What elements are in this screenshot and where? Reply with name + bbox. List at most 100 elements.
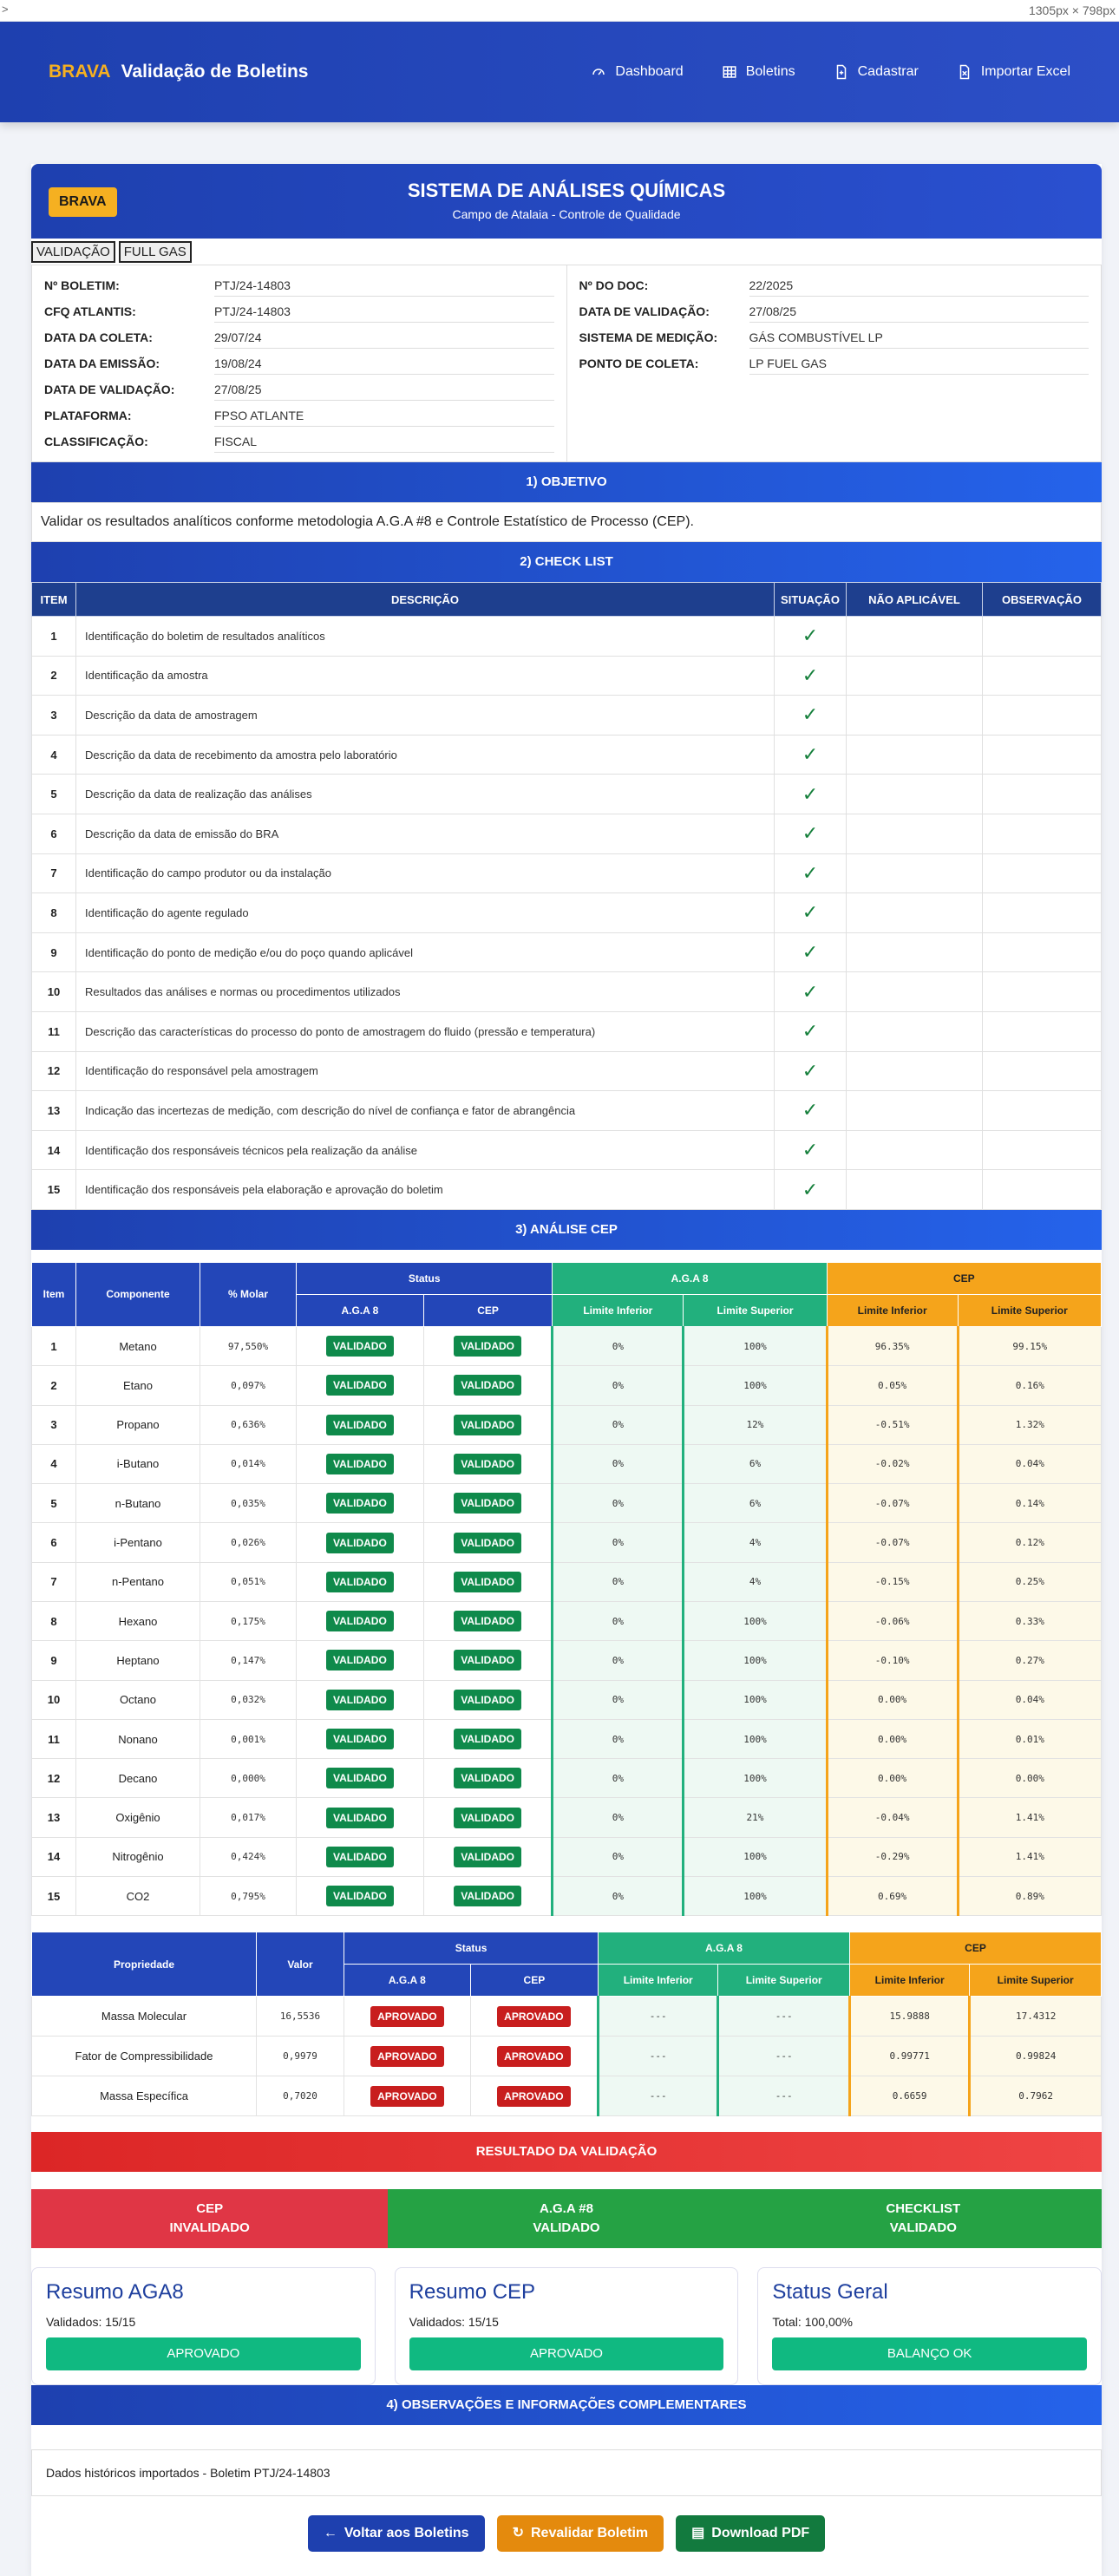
info-left: Nº BOLETIM: PTJ/24-14803 CFQ ATLANTIS: PTJ/… <box>32 265 566 461</box>
cep-lower-limit: -0.15% <box>825 1561 959 1602</box>
cep-lower-limit: -0.02% <box>825 1443 959 1485</box>
status-cell: VALIDADO <box>422 1876 553 1917</box>
card-status-button[interactable]: APROVADO <box>46 2337 361 2371</box>
item-number: 13 <box>31 1090 76 1131</box>
nav-dashboard[interactable]: Dashboard <box>591 64 684 80</box>
aga-upper-limit: --- <box>717 2036 851 2077</box>
item-number: 2 <box>31 1365 76 1406</box>
check-icon: ✓ <box>774 892 847 933</box>
table-row: 8 Hexano 0,175% VALIDADO VALIDADO 0% 100% -0.06… <box>31 1600 1103 1642</box>
aga-lower-limit: --- <box>597 1996 719 2037</box>
table-row: 3 Descrição da data de amostragem ✓ <box>31 695 1102 736</box>
item-description: Identificação dos responsáveis pela elab… <box>75 1169 775 1210</box>
molar-value: 0,175% <box>200 1600 297 1642</box>
component-name: Octano <box>75 1679 200 1720</box>
brand-title: Validação de Boletins <box>121 62 309 82</box>
cep-lower-limit: -0.04% <box>825 1797 959 1838</box>
aga-upper-limit: 6% <box>682 1483 828 1524</box>
status-badge: VALIDADO <box>454 1886 521 1907</box>
th-sub-aga: A.G.A 8 <box>296 1293 424 1327</box>
status-cell: VALIDADO <box>296 1797 424 1838</box>
observation-cell <box>982 813 1102 854</box>
status-badge: VALIDADO <box>454 1414 521 1435</box>
item-description: Indicação das incertezas de medição, com… <box>75 1090 775 1131</box>
item-number: 3 <box>31 1404 76 1445</box>
card-title: Status Geral <box>772 2280 888 2305</box>
info-value: 19/08/24 <box>214 353 554 375</box>
molar-value: 0,795% <box>200 1876 297 1917</box>
molar-value: 0,000% <box>200 1758 297 1799</box>
molar-value: 0,097% <box>200 1365 297 1406</box>
molar-value: 0,032% <box>200 1679 297 1720</box>
th-aga-lim-sup: Limite Superior <box>683 1293 828 1327</box>
status-cell: VALIDADO <box>422 1718 553 1760</box>
th-sub-cep: CEP <box>422 1293 553 1327</box>
info-value: GÁS COMBUSTÍVEL LP <box>749 327 1089 349</box>
aga-lower-limit: 0% <box>551 1797 684 1838</box>
th-prop-aga-sup: Limite Superior <box>717 1964 851 1997</box>
aga-lower-limit: --- <box>597 2076 719 2117</box>
revalidate-button[interactable]: ↻ Revalidar Boletim <box>496 2515 664 2553</box>
card-title: Resumo AGA8 <box>46 2280 184 2305</box>
table-row: 9 Heptano 0,147% VALIDADO VALIDADO 0% 100% -0.1… <box>31 1640 1103 1681</box>
card-status-button[interactable]: BALANÇO OK <box>772 2337 1088 2371</box>
item-number: 1 <box>31 1325 76 1367</box>
status-cell: VALIDADO <box>422 1365 553 1406</box>
cep-upper-limit: 0.04% <box>956 1443 1103 1485</box>
cep-upper-limit: 0.16% <box>956 1365 1103 1406</box>
cep-lower-limit: 0.00% <box>825 1679 959 1720</box>
molar-value: 0,001% <box>200 1718 297 1760</box>
cep-lower-limit: 0.05% <box>825 1365 959 1406</box>
status-cell: VALIDADO <box>422 1679 553 1720</box>
item-description: Descrição da data de realização das anál… <box>75 774 775 814</box>
cep-lower-limit: 15.9888 <box>848 1996 971 2037</box>
info-right: Nº DO DOC: 22/2025 DATA DE VALIDAÇÃO: 27/08… <box>566 265 1102 461</box>
arrow-left-icon: ← <box>323 2526 337 2541</box>
cep-lower-limit: -0.06% <box>825 1600 959 1642</box>
not-applicable-cell <box>846 695 983 736</box>
item-description: Identificação da amostra <box>75 655 775 696</box>
th-item: Item <box>31 1261 76 1327</box>
observacoes-text: Dados históricos importados - Boletim PT… <box>31 2449 1102 2497</box>
aga-upper-limit: 100% <box>682 1718 828 1760</box>
tag-validacao: VALIDAÇÃO <box>31 240 115 263</box>
property-value: 0,9979 <box>256 2036 344 2077</box>
not-applicable-cell <box>846 655 983 696</box>
nav-importar[interactable]: Importar Excel <box>957 64 1070 80</box>
check-icon: ✓ <box>774 616 847 657</box>
status-badge: VALIDADO <box>326 1650 394 1671</box>
info-row: DATA DA COLETA: 29/07/24 <box>44 324 554 350</box>
not-applicable-cell <box>846 616 983 657</box>
check-icon: ✓ <box>774 813 847 854</box>
result-checklist-status: VALIDADO <box>889 2220 957 2236</box>
back-button[interactable]: ← Voltar aos Boletins <box>307 2515 485 2553</box>
nav-cadastrar[interactable]: Cadastrar <box>834 64 919 80</box>
info-key: Nº BOLETIM: <box>44 278 120 292</box>
card-status-button[interactable]: APROVADO <box>409 2337 724 2371</box>
aga-lower-limit: 0% <box>551 1443 684 1485</box>
status-badge: APROVADO <box>497 2045 571 2067</box>
download-pdf-button[interactable]: ▤ Download PDF <box>676 2515 826 2553</box>
section-objetivo: 1) OBJETIVO <box>31 462 1102 502</box>
aga-lower-limit: 0% <box>551 1718 684 1760</box>
nav-boletins[interactable]: Boletins <box>722 64 795 80</box>
item-number: 15 <box>31 1876 76 1917</box>
status-badge: VALIDADO <box>454 1729 521 1750</box>
item-number: 6 <box>31 813 76 854</box>
card-line: Validados: 15/15 <box>46 2315 136 2330</box>
cep-upper-limit: 0.25% <box>956 1561 1103 1602</box>
status-badge: VALIDADO <box>326 1611 394 1632</box>
aga-upper-limit: 100% <box>682 1325 828 1367</box>
aga-upper-limit: 100% <box>682 1365 828 1406</box>
table-row: 14 Identificação dos responsáveis técnico… <box>31 1129 1102 1171</box>
info-key: PLATAFORMA: <box>44 409 132 422</box>
th-molar: % Molar <box>200 1261 297 1327</box>
download-pdf-button-label: Download PDF <box>711 2526 810 2541</box>
not-applicable-cell <box>846 892 983 933</box>
brand[interactable]: BRAVA Validação de Boletins <box>49 62 308 82</box>
result-cep-label: CEP <box>196 2201 224 2217</box>
th-aga-lim-inf: Limite Inferior <box>552 1293 684 1327</box>
item-number: 14 <box>31 1836 76 1878</box>
info-row: SISTEMA DE MEDIÇÃO: GÁS COMBUSTÍVEL LP <box>579 324 1089 350</box>
item-description: Descrição da data de recebimento da amos… <box>75 734 775 775</box>
